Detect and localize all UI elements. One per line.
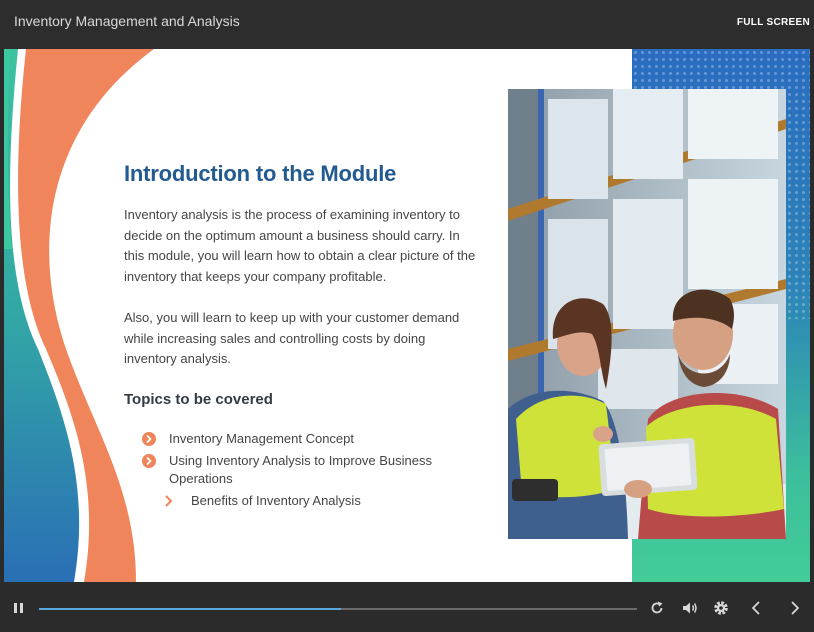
prev-icon[interactable]	[746, 598, 766, 618]
topic-label: Inventory Management Concept	[169, 430, 354, 446]
intro-paragraph: Inventory analysis is the process of exa…	[124, 207, 476, 284]
slide-content: Introduction to the Module Inventory ana…	[124, 161, 476, 510]
settings-icon[interactable]	[711, 598, 731, 618]
volume-icon[interactable]	[680, 598, 700, 618]
title-bar: Inventory Management and Analysis FULL S…	[0, 0, 814, 49]
demand-paragraph: Also, you will learn to keep up with you…	[124, 310, 460, 366]
topics-heading: Topics to be covered	[124, 390, 273, 408]
player-controls	[0, 582, 814, 632]
full-screen-button[interactable]: FULL SCREEN	[737, 17, 810, 28]
progress-fill	[39, 608, 341, 610]
slide-heading: Introduction to the Module	[124, 161, 397, 186]
subtopic-item: Benefits of Inventory Analysis	[124, 492, 476, 510]
chevron-right-icon	[165, 495, 172, 506]
circle-chevron-icon	[142, 453, 156, 468]
course-title: Inventory Management and Analysis	[14, 13, 240, 29]
warehouse-workers-image	[508, 89, 786, 539]
topic-label: Using Inventory Analysis to Improve Busi…	[169, 452, 433, 486]
circle-chevron-icon	[142, 431, 156, 446]
progress-bar[interactable]	[39, 608, 637, 610]
replay-icon[interactable]	[647, 598, 667, 618]
topic-item: Using Inventory Analysis to Improve Busi…	[124, 452, 476, 488]
slide-canvas: Introduction to the Module Inventory ana…	[4, 49, 810, 582]
topics-list: Inventory Management Concept Using Inven…	[124, 430, 476, 510]
pause-icon[interactable]	[9, 598, 29, 618]
next-icon[interactable]	[785, 598, 805, 618]
subtopic-label: Benefits of Inventory Analysis	[191, 492, 361, 508]
topic-item: Inventory Management Concept	[124, 430, 476, 448]
